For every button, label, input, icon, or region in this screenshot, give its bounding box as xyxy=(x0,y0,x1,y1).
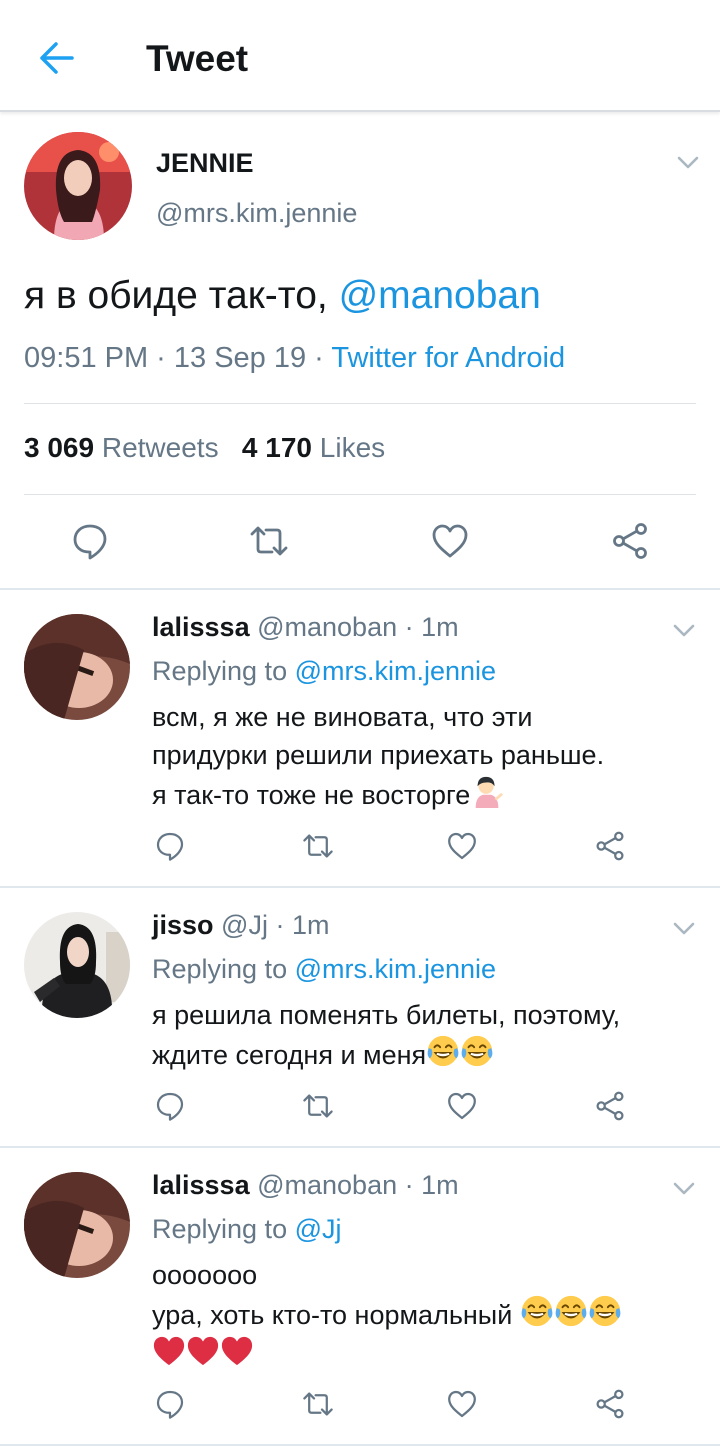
text-line: ооооооо xyxy=(152,1260,258,1290)
likes-stat[interactable]: 4 170 Likes xyxy=(242,432,385,463)
heart-icon[interactable] xyxy=(446,1090,478,1122)
tweet-body: я в обиде так-то, xyxy=(24,274,339,317)
comment-icon[interactable] xyxy=(154,830,186,862)
author-name[interactable]: jisso xyxy=(152,910,214,940)
text-line: я так-то тоже не восторге xyxy=(152,774,604,814)
text-line: ура, хоть кто-то нормальный xyxy=(152,1294,622,1334)
author-handle[interactable]: @mrs.kim.jennie xyxy=(156,198,357,229)
author-name[interactable]: lalisssa xyxy=(152,612,250,642)
chevron-down-icon[interactable] xyxy=(675,150,701,176)
share-icon[interactable] xyxy=(594,1090,626,1122)
avatar[interactable] xyxy=(24,132,132,240)
tears-of-joy-emoji xyxy=(554,1294,588,1328)
reply-author: lalisssa @manoban · 1m xyxy=(152,612,459,643)
text-line xyxy=(152,1334,622,1374)
tweet-timestamp: 09:51 PM · 13 Sep 19 · Twitter for Andro… xyxy=(24,342,565,375)
divider xyxy=(0,1444,720,1446)
divider xyxy=(24,403,696,404)
retweet-icon[interactable] xyxy=(302,830,334,862)
mention-link[interactable]: @mrs.kim.jennie xyxy=(295,656,496,686)
comment-icon[interactable] xyxy=(154,1388,186,1420)
timestamp-text: 09:51 PM · 13 Sep 19 · xyxy=(24,342,332,374)
chevron-down-icon[interactable] xyxy=(671,916,697,942)
text-line: ждите сегодня и меня xyxy=(152,1034,620,1074)
mention-link[interactable]: @manoban xyxy=(339,274,541,317)
replying-to: Replying to @mrs.kim.jennie xyxy=(152,954,497,984)
page-title: Tweet xyxy=(146,38,249,79)
text-line: всм, я же не виновата, что эти xyxy=(152,702,533,732)
heart-icon[interactable] xyxy=(446,1388,478,1420)
author-meta: @manoban · 1m xyxy=(257,1170,459,1200)
text-line: я решила поменять билеты, поэтому, xyxy=(152,1000,621,1030)
mention-link[interactable]: @mrs.kim.jennie xyxy=(295,954,496,984)
reply-author: lalisssa @manoban · 1m xyxy=(152,1170,459,1201)
engagement-stats: 3 069 Retweets 4 170 Likes xyxy=(24,432,385,464)
author-name[interactable]: JENNIE xyxy=(156,148,254,179)
reply-text: ооооооо ура, хоть кто-то нормальный xyxy=(152,1256,622,1374)
tears-of-joy-emoji xyxy=(426,1034,460,1068)
tweet-text: я в обиде так-то, @manoban xyxy=(24,274,541,318)
reply-text: я решила поменять билеты, поэтому, ждите… xyxy=(152,996,620,1074)
red-heart-emoji xyxy=(152,1334,186,1368)
red-heart-emoji xyxy=(186,1334,220,1368)
red-heart-emoji xyxy=(220,1334,254,1368)
avatar[interactable] xyxy=(24,912,130,1018)
avatar[interactable] xyxy=(24,1172,130,1278)
author-name[interactable]: lalisssa xyxy=(152,1170,250,1200)
divider xyxy=(0,886,720,888)
retweet-icon[interactable] xyxy=(302,1090,334,1122)
heart-icon[interactable] xyxy=(446,830,478,862)
divider xyxy=(0,1146,720,1148)
chevron-down-icon[interactable] xyxy=(671,1176,697,1202)
retweet-icon[interactable] xyxy=(249,521,289,561)
avatar[interactable] xyxy=(24,614,130,720)
share-icon[interactable] xyxy=(610,521,650,561)
top-app-bar: Tweet xyxy=(0,0,720,112)
divider xyxy=(0,588,720,590)
retweet-icon[interactable] xyxy=(302,1388,334,1420)
heart-icon[interactable] xyxy=(430,521,470,561)
comment-icon[interactable] xyxy=(154,1090,186,1122)
divider xyxy=(24,494,696,495)
tears-of-joy-emoji xyxy=(588,1294,622,1328)
share-icon[interactable] xyxy=(594,830,626,862)
source-link[interactable]: Twitter for Android xyxy=(331,342,565,374)
comment-icon[interactable] xyxy=(70,521,110,561)
tears-of-joy-emoji xyxy=(520,1294,554,1328)
arrow-left-icon[interactable] xyxy=(34,36,78,80)
replying-to: Replying to @Jj xyxy=(152,1214,342,1244)
person-tipping-hand-emoji xyxy=(470,774,504,808)
reply-text: всм, я же не виновата, что эти придурки … xyxy=(152,698,604,814)
author-meta: @manoban · 1m xyxy=(257,612,459,642)
text-line: придурки решили приехать раньше. xyxy=(152,740,605,770)
retweets-stat[interactable]: 3 069 Retweets xyxy=(24,432,219,463)
chevron-down-icon[interactable] xyxy=(671,618,697,644)
author-meta: @Jj · 1m xyxy=(221,910,330,940)
share-icon[interactable] xyxy=(594,1388,626,1420)
tears-of-joy-emoji xyxy=(460,1034,494,1068)
replying-to: Replying to @mrs.kim.jennie xyxy=(152,656,497,686)
mention-link[interactable]: @Jj xyxy=(295,1214,342,1244)
reply-author: jisso @Jj · 1m xyxy=(152,910,329,941)
